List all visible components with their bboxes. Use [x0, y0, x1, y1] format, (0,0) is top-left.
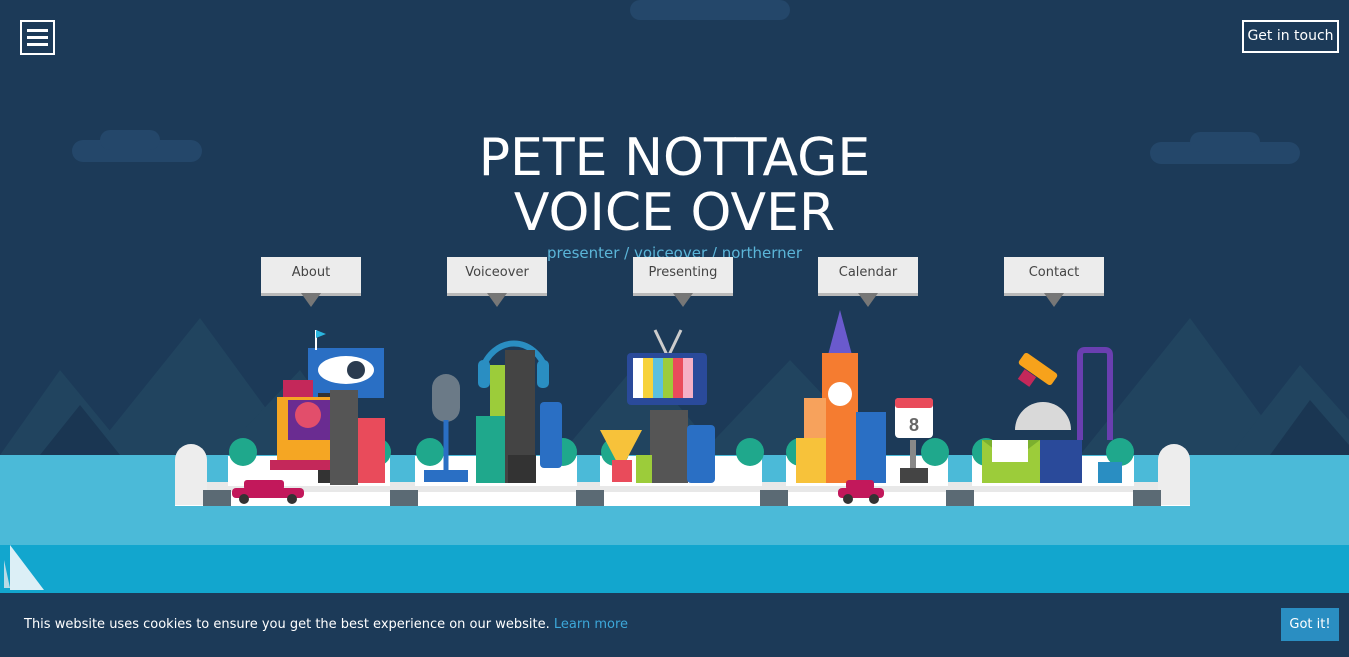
nav-contact-button[interactable]: Contact — [1004, 257, 1104, 307]
nav-voiceover-button[interactable]: Voiceover — [447, 257, 547, 307]
nav-about-button[interactable]: About — [261, 257, 361, 307]
voiceover-building — [424, 340, 562, 483]
cookie-message: This website uses cookies to ensure you … — [24, 617, 550, 632]
calendar-day: 8 — [909, 415, 919, 435]
get-in-touch-button[interactable]: Get in touch — [1242, 20, 1339, 53]
cookie-banner: This website uses cookies to ensure you … — [0, 593, 1349, 657]
page-title-line-2: VOICE OVER — [513, 183, 836, 243]
about-building — [270, 330, 385, 485]
city-illustration: 8 — [0, 0, 1349, 593]
nav-calendar-button[interactable]: Calendar — [818, 257, 918, 307]
cookie-accept-button[interactable]: Got it! — [1281, 608, 1339, 641]
nav-presenting-button[interactable]: Presenting — [633, 257, 733, 307]
contact-building — [982, 347, 1122, 483]
cookie-message-wrap: This website uses cookies to ensure you … — [24, 617, 628, 632]
menu-button[interactable] — [20, 20, 55, 55]
learn-more-link[interactable]: Learn more — [554, 617, 628, 632]
hamburger-menu-icon — [27, 29, 48, 32]
page-title-line-1: PETE NOTTAGE — [478, 128, 871, 188]
